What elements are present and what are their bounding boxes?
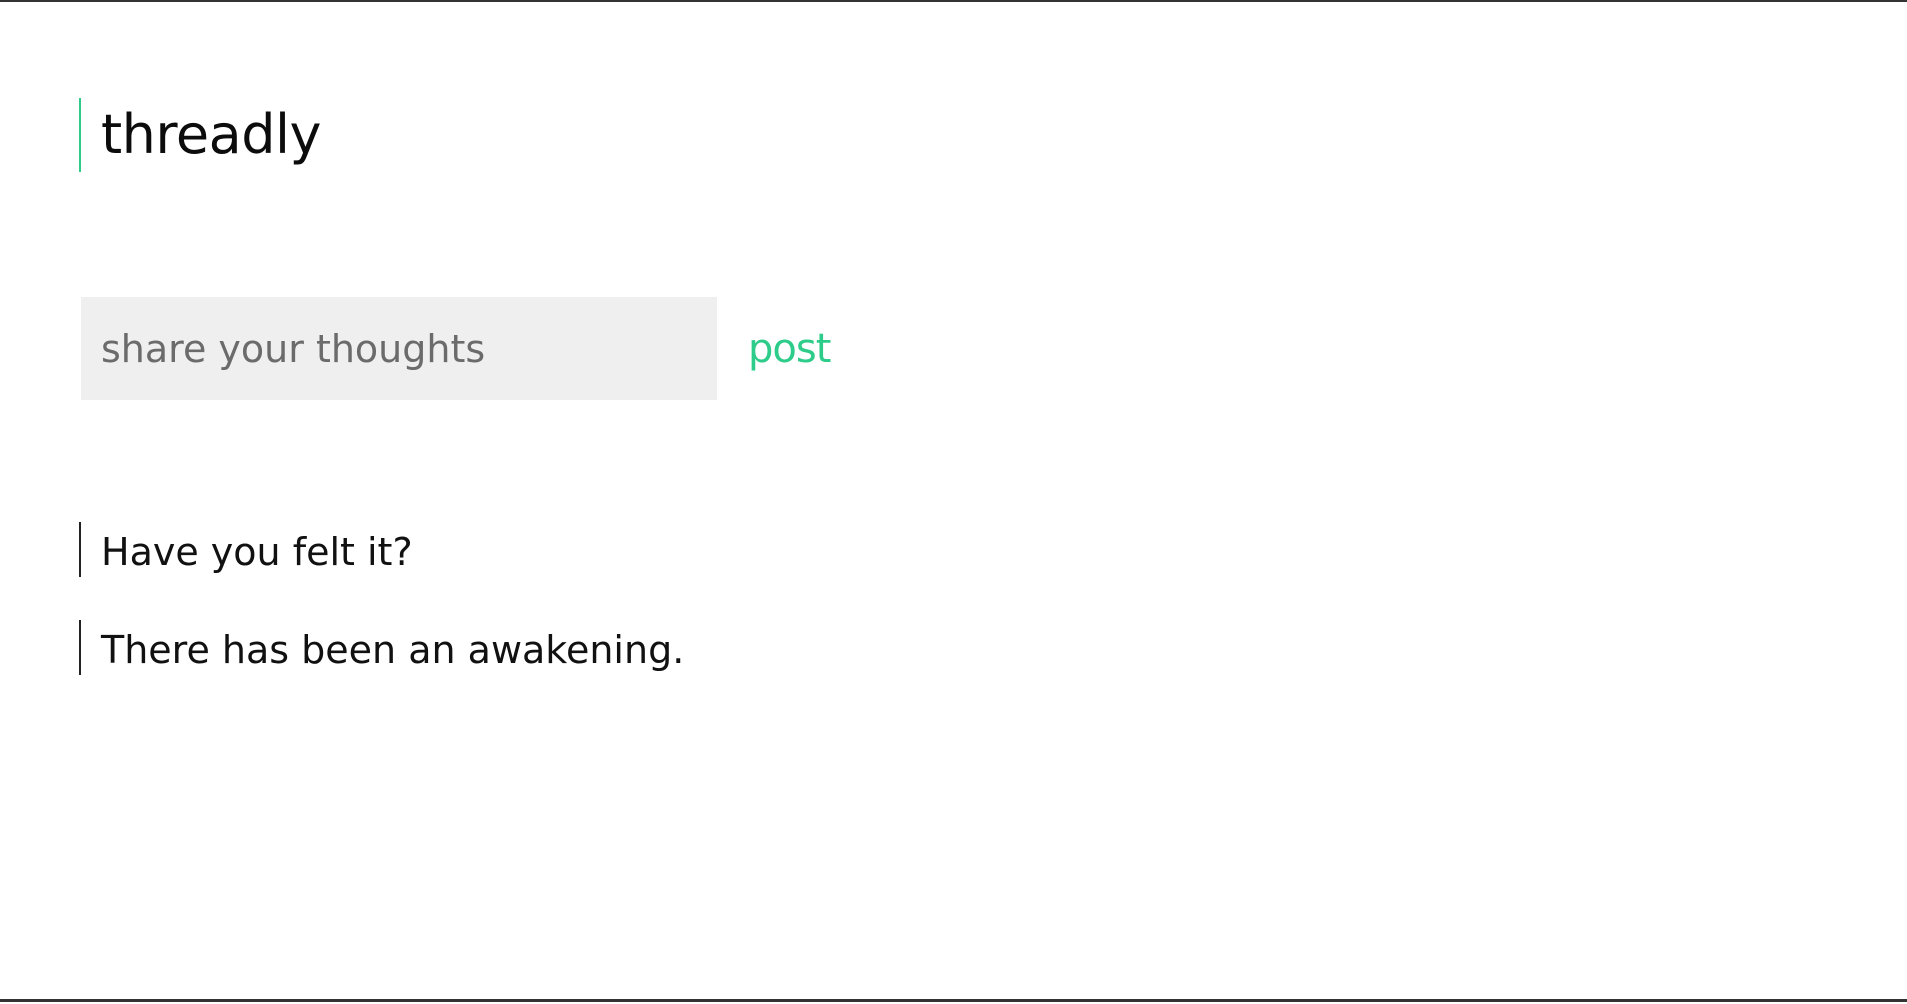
thought-composer: post	[81, 297, 831, 400]
app-root: threadly post Have you felt it? There ha…	[0, 2, 1907, 1004]
thought-item: There has been an awakening.	[79, 620, 684, 675]
thought-text: There has been an awakening.	[101, 627, 685, 672]
thought-input[interactable]	[81, 297, 717, 400]
thought-feed: Have you felt it? There has been an awak…	[79, 522, 684, 718]
thought-item: Have you felt it?	[79, 522, 684, 577]
post-button[interactable]: post	[748, 326, 831, 372]
app-title: threadly	[101, 103, 321, 166]
thought-text: Have you felt it?	[101, 529, 413, 574]
app-header: threadly	[79, 98, 321, 172]
